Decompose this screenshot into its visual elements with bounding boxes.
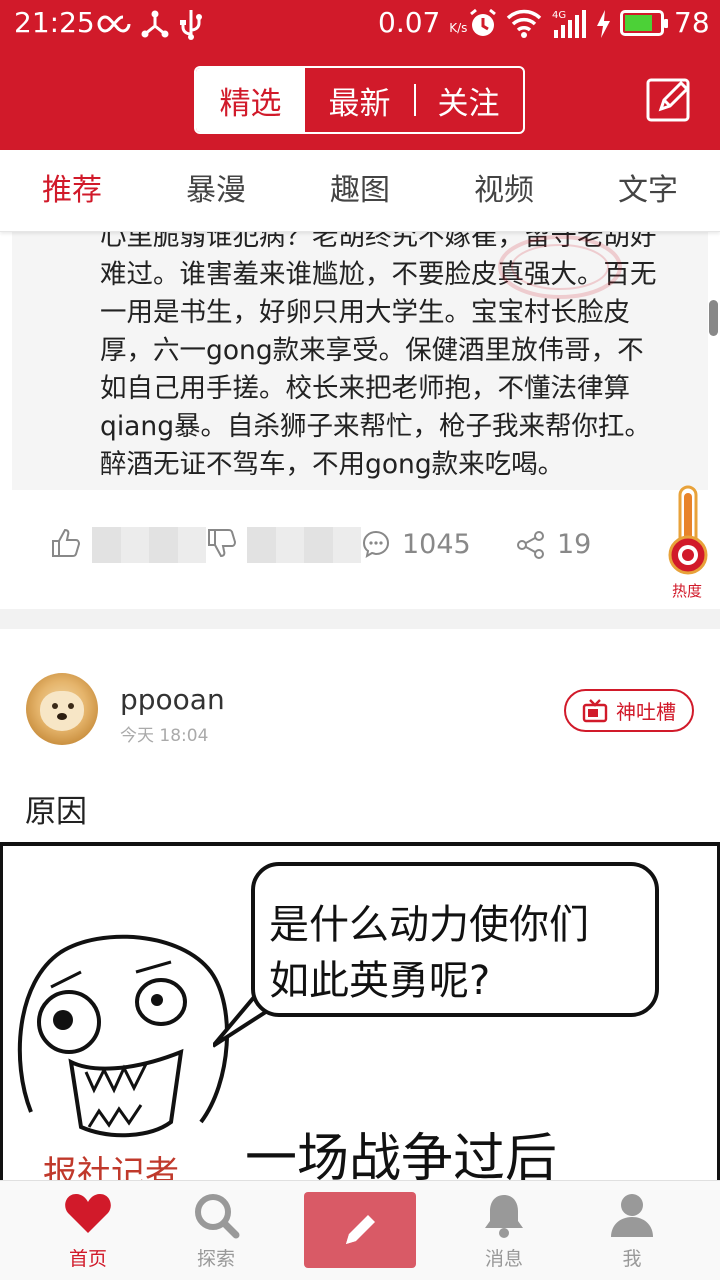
- thumbs-up-icon[interactable]: [50, 527, 82, 559]
- rage-face-drawing: [17, 934, 229, 1138]
- segment-featured[interactable]: 精选: [196, 68, 305, 132]
- share-network-icon: [141, 10, 169, 38]
- battery-level: 78: [674, 6, 710, 39]
- watermark-stamp: [498, 235, 622, 299]
- nav-messages-label: 消息: [484, 1248, 523, 1270]
- infinity-icon: [97, 15, 131, 33]
- speech-bubble: 是什么动力使你们 如此英勇呢?: [251, 862, 659, 1017]
- comic-caption: 一场战争过后: [245, 1129, 558, 1182]
- reporter-label: 报社记者: [43, 1154, 179, 1182]
- bell-icon: [485, 1195, 523, 1238]
- top-bar: 21:25 0.07 K/s 4G 78 精选 最新 关注: [0, 0, 720, 150]
- status-bar: 21:25 0.07 K/s 4G 78: [0, 0, 720, 50]
- like-count-redacted: [92, 527, 206, 563]
- feed-segment-control: 精选 最新 关注: [194, 66, 525, 134]
- nav-me-label: 我: [622, 1248, 642, 1270]
- user-icon: [611, 1194, 653, 1237]
- pencil-icon: [346, 1215, 375, 1244]
- usb-icon: [180, 10, 202, 40]
- new-post-button[interactable]: [304, 1192, 416, 1268]
- quote-line: 厚，六一gong款来享受。保健酒里放伟哥，不: [100, 335, 644, 366]
- tab-rage-comics[interactable]: 暴漫: [144, 150, 288, 231]
- tab-videos[interactable]: 视频: [432, 150, 576, 231]
- nav-me[interactable]: 我: [567, 1181, 697, 1280]
- tag-badge[interactable]: 神吐槽: [564, 689, 694, 732]
- cellular-signal-icon: 4G: [552, 10, 586, 38]
- search-icon: [195, 1194, 240, 1239]
- post-title: 原因: [25, 794, 87, 830]
- tab-text[interactable]: 文字: [576, 150, 720, 231]
- charging-icon: [597, 10, 610, 38]
- wifi-icon: [506, 9, 542, 38]
- scrollbar-thumb[interactable]: [709, 300, 718, 336]
- share-count[interactable]: 19: [557, 529, 591, 560]
- tab-recommended[interactable]: 推荐: [0, 150, 144, 231]
- quote-line: 如自己用手搓。校长来把老师抱，不懂法律算: [100, 373, 630, 404]
- heat-label: 热度: [672, 582, 703, 600]
- nav-home-label: 首页: [68, 1248, 107, 1270]
- tv-icon: [582, 698, 608, 722]
- post-image[interactable]: 是什么动力使你们 如此英勇呢? 报社记者 一场战争过后: [0, 842, 720, 1182]
- nav-home[interactable]: 首页: [23, 1181, 153, 1280]
- category-tabs: 推荐 暴漫 趣图 视频 文字: [0, 150, 720, 232]
- network-type: 4G: [552, 10, 566, 21]
- segment-latest[interactable]: 最新: [305, 68, 414, 132]
- network-speed: 0.07 K/s: [378, 6, 468, 39]
- nav-explore[interactable]: 探索: [151, 1181, 281, 1280]
- dislike-count-redacted: [247, 527, 361, 563]
- share-icon[interactable]: [516, 530, 546, 560]
- bubble-line-1: 是什么动力使你们: [269, 902, 589, 948]
- alarm-icon: [470, 8, 496, 36]
- nav-messages[interactable]: 消息: [439, 1181, 569, 1280]
- comment-icon[interactable]: [361, 529, 391, 559]
- segment-following[interactable]: 关注: [414, 68, 523, 132]
- thumbs-down-icon[interactable]: [206, 527, 238, 559]
- avatar[interactable]: [26, 673, 98, 745]
- username[interactable]: ppooan: [120, 683, 225, 716]
- tab-fun-pics[interactable]: 趣图: [288, 150, 432, 231]
- comment-count[interactable]: 1045: [402, 529, 471, 560]
- nav-explore-label: 探索: [196, 1248, 235, 1270]
- compose-icon[interactable]: [645, 75, 693, 123]
- quote-line: qiang暴。自杀狮子来帮忙，枪子我来帮你扛。: [100, 411, 652, 442]
- heart-icon: [65, 1194, 111, 1233]
- bubble-line-2: 如此英勇呢?: [269, 958, 491, 1004]
- tag-label: 神吐槽: [616, 700, 676, 724]
- feed-separator: [0, 609, 720, 629]
- battery-icon: [620, 10, 668, 36]
- post-time: 今天 18:04: [120, 726, 209, 746]
- quote-line: 醉酒无证不驾车，不用gong款来吃喝。: [100, 449, 565, 480]
- status-time: 21:25: [14, 6, 95, 39]
